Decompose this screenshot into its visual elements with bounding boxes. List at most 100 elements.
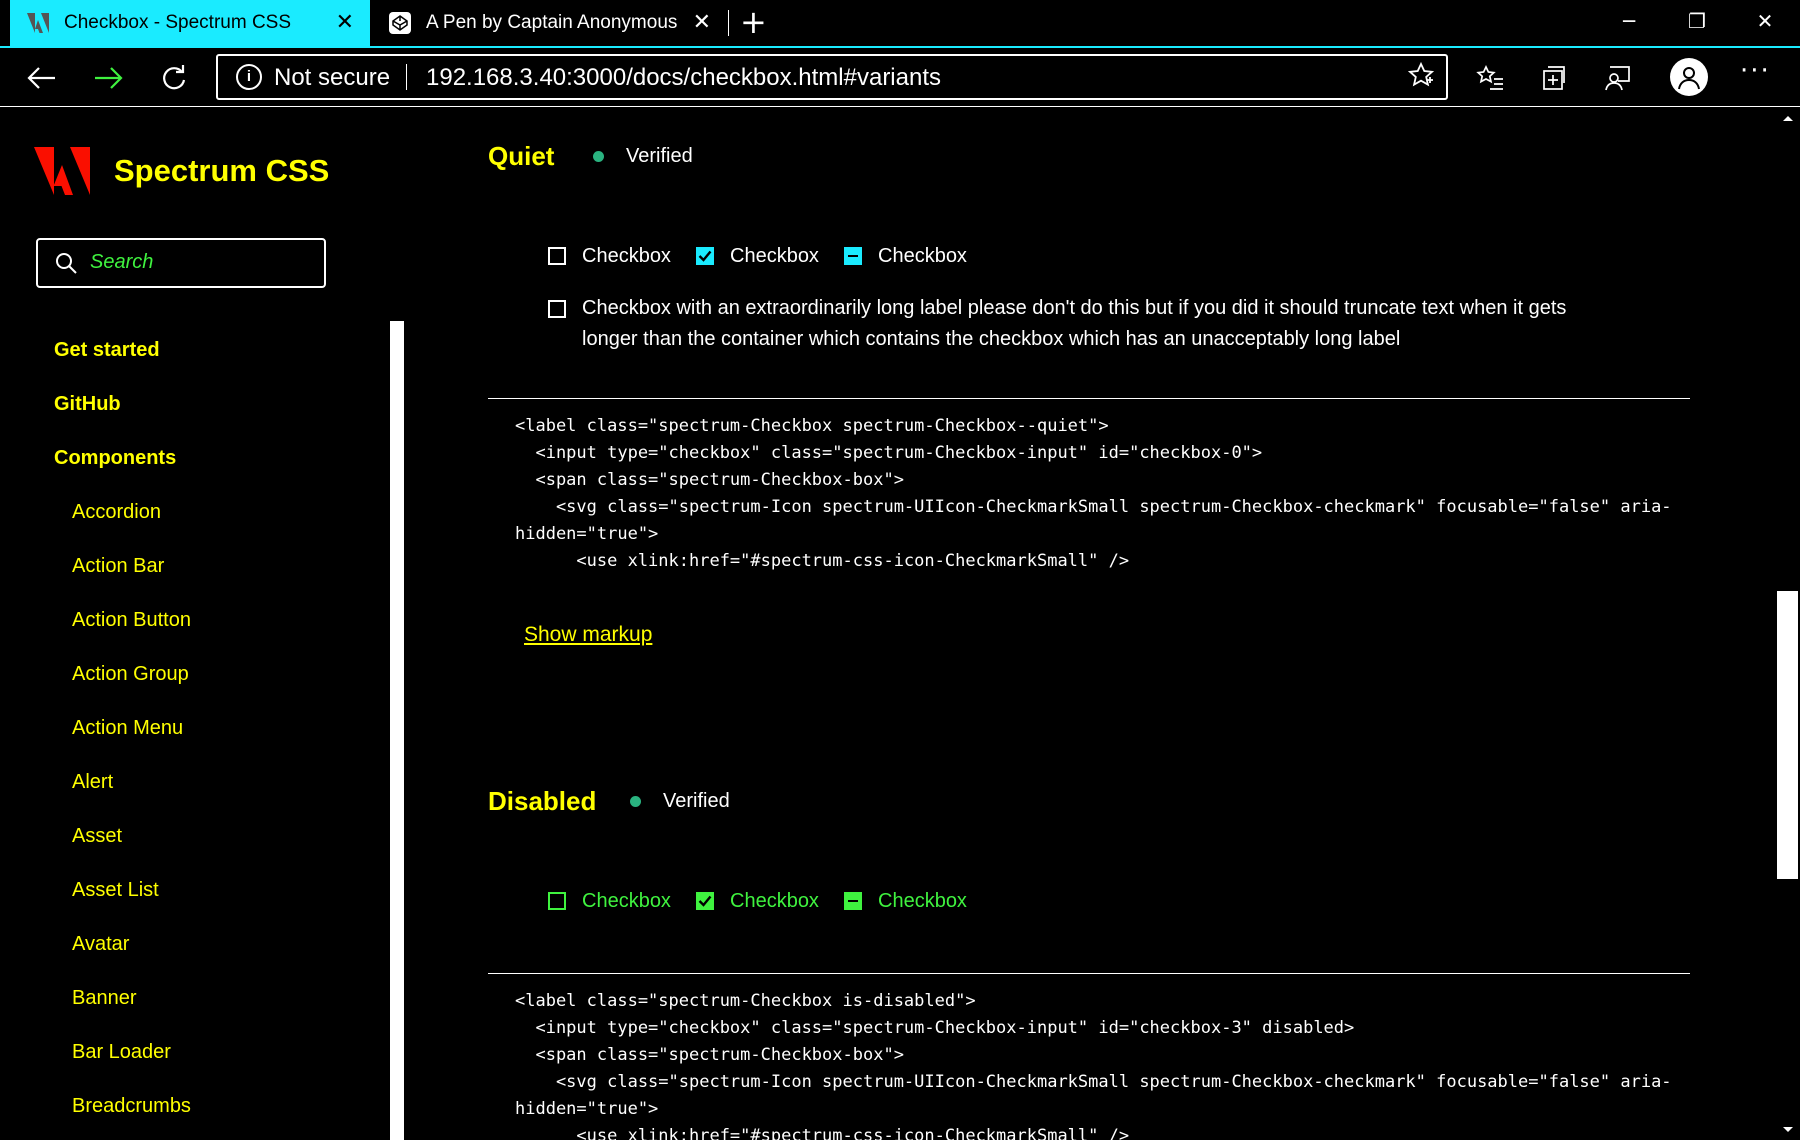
checkmark-icon[interactable] bbox=[696, 247, 714, 265]
profile-avatar-icon[interactable] bbox=[1670, 58, 1708, 96]
checkbox-label: Checkbox bbox=[730, 890, 819, 912]
address-bar[interactable]: i Not secure 192.168.3.40:3000/docs/chec… bbox=[216, 54, 1448, 100]
code-block-quiet: <label class="spectrum-Checkbox spectrum… bbox=[515, 413, 1672, 575]
code-line: <span class="spectrum-Checkbox-box"> bbox=[515, 470, 904, 490]
checkbox-label: Checkbox bbox=[878, 245, 967, 267]
info-icon[interactable]: i bbox=[236, 64, 262, 90]
quiet-checkbox-long-label[interactable]: Checkbox with an extraordinarily long la… bbox=[548, 293, 1608, 355]
nav-avatar[interactable]: Avatar bbox=[72, 933, 129, 956]
status-label: Verified bbox=[626, 145, 693, 167]
code-line: <use xlink:href="#spectrum-css-icon-Chec… bbox=[515, 1126, 1130, 1140]
search-input[interactable]: Search bbox=[36, 238, 326, 288]
verified-dot-icon bbox=[630, 796, 641, 807]
nav-github[interactable]: GitHub bbox=[54, 393, 121, 416]
refresh-icon bbox=[163, 65, 186, 90]
checkbox-label: Checkbox bbox=[582, 890, 671, 912]
more-menu-icon[interactable]: ··· bbox=[1740, 56, 1771, 86]
restore-button[interactable]: ❐ bbox=[1664, 0, 1730, 42]
refresh-button[interactable] bbox=[154, 58, 194, 98]
arrow-left-icon bbox=[27, 67, 55, 89]
search-icon bbox=[54, 251, 78, 280]
status-label: Verified bbox=[663, 790, 730, 812]
collections-icon[interactable] bbox=[1536, 60, 1572, 96]
close-tab-icon[interactable]: ✕ bbox=[336, 11, 354, 33]
code-line: hidden="true"> bbox=[515, 1099, 659, 1119]
code-line: <label class="spectrum-Checkbox spectrum… bbox=[515, 416, 1109, 436]
nav-components[interactable]: Components bbox=[54, 447, 176, 470]
section-title-disabled: Disabled bbox=[488, 786, 597, 816]
feedback-icon[interactable] bbox=[1600, 60, 1636, 96]
checkbox-label: Checkbox bbox=[582, 245, 671, 267]
status-badge: Verified bbox=[630, 790, 730, 813]
codepen-favicon-icon bbox=[388, 11, 412, 35]
disabled-checkbox-checked: Checkbox bbox=[696, 890, 819, 913]
sidebar: Spectrum CSS Search Get started GitHub C… bbox=[0, 107, 410, 1140]
tab-title: A Pen by Captain Anonymous bbox=[426, 12, 678, 33]
checkbox-label: Checkbox bbox=[878, 890, 967, 912]
adobe-logo-icon[interactable] bbox=[34, 147, 90, 195]
nav-bar-loader[interactable]: Bar Loader bbox=[72, 1041, 171, 1064]
dash-icon[interactable] bbox=[844, 247, 862, 265]
scroll-up-arrow-icon bbox=[1783, 116, 1793, 121]
browser-tab-strip: Checkbox - Spectrum CSS ✕ A Pen by Capta… bbox=[0, 0, 1800, 48]
checkbox-label: Checkbox bbox=[730, 245, 819, 267]
favorite-star-icon[interactable] bbox=[1407, 61, 1435, 95]
quiet-checkbox-indeterminate[interactable]: Checkbox bbox=[844, 245, 967, 268]
nav-asset[interactable]: Asset bbox=[72, 825, 122, 848]
arrow-right-icon bbox=[95, 67, 123, 89]
show-markup-link[interactable]: Show markup bbox=[524, 623, 652, 647]
tab-codepen[interactable]: A Pen by Captain Anonymous ✕ bbox=[372, 0, 727, 46]
sidebar-scrollbar[interactable] bbox=[390, 321, 404, 1140]
quiet-checkbox-unchecked[interactable]: Checkbox bbox=[548, 245, 671, 268]
nav-breadcrumbs[interactable]: Breadcrumbs bbox=[72, 1095, 191, 1118]
divider bbox=[488, 973, 1690, 974]
checkbox-box bbox=[548, 892, 566, 910]
code-block-disabled: <label class="spectrum-Checkbox is-disab… bbox=[515, 988, 1672, 1140]
site-brand[interactable]: Spectrum CSS bbox=[114, 153, 329, 189]
address-divider bbox=[406, 64, 407, 90]
favorites-icon[interactable] bbox=[1472, 60, 1508, 96]
code-line: <svg class="spectrum-Icon spectrum-UIIco… bbox=[515, 497, 1672, 517]
tab-checkbox-spectrum[interactable]: Checkbox - Spectrum CSS ✕ bbox=[10, 0, 370, 46]
close-tab-icon[interactable]: ✕ bbox=[693, 11, 711, 33]
nav-accordion[interactable]: Accordion bbox=[72, 501, 161, 524]
page-scrollbar-thumb[interactable] bbox=[1777, 591, 1798, 879]
minimize-button[interactable]: ─ bbox=[1596, 0, 1662, 42]
nav-alert[interactable]: Alert bbox=[72, 771, 113, 794]
code-line: <span class="spectrum-Checkbox-box"> bbox=[515, 1045, 904, 1065]
url-text[interactable]: 192.168.3.40:3000/docs/checkbox.html#var… bbox=[426, 64, 941, 92]
nav-banner[interactable]: Banner bbox=[72, 987, 137, 1010]
nav-get-started[interactable]: Get started bbox=[54, 339, 160, 362]
nav-asset-list[interactable]: Asset List bbox=[72, 879, 159, 902]
disabled-checkbox-indeterminate: Checkbox bbox=[844, 890, 967, 913]
new-tab-button[interactable]: + bbox=[740, 6, 767, 38]
quiet-checkbox-checked[interactable]: Checkbox bbox=[696, 245, 819, 268]
adobe-favicon-icon bbox=[26, 11, 50, 35]
checkbox-box[interactable] bbox=[548, 300, 566, 318]
nav-action-menu[interactable]: Action Menu bbox=[72, 717, 183, 740]
browser-toolbar: i Not secure 192.168.3.40:3000/docs/chec… bbox=[0, 48, 1800, 107]
code-line: <input type="checkbox" class="spectrum-C… bbox=[515, 443, 1263, 463]
nav-action-group[interactable]: Action Group bbox=[72, 663, 189, 686]
back-button[interactable] bbox=[22, 58, 62, 98]
checkbox-box[interactable] bbox=[548, 247, 566, 265]
nav-action-button[interactable]: Action Button bbox=[72, 609, 191, 632]
code-line: hidden="true"> bbox=[515, 524, 659, 544]
checkmark-icon bbox=[696, 892, 714, 910]
code-line: <input type="checkbox" class="spectrum-C… bbox=[515, 1018, 1355, 1038]
code-line: <label class="spectrum-Checkbox is-disab… bbox=[515, 991, 976, 1011]
scroll-down-arrow-icon bbox=[1783, 1127, 1793, 1132]
nav-action-bar[interactable]: Action Bar bbox=[72, 555, 164, 578]
forward-button[interactable] bbox=[88, 58, 128, 98]
code-line: <use xlink:href="#spectrum-css-icon-Chec… bbox=[515, 551, 1130, 571]
tab-title: Checkbox - Spectrum CSS bbox=[64, 12, 292, 33]
checkbox-long-label: Checkbox with an extraordinarily long la… bbox=[582, 297, 1567, 350]
divider bbox=[488, 398, 1690, 399]
section-title-quiet: Quiet bbox=[488, 141, 555, 171]
close-window-button[interactable]: ✕ bbox=[1732, 0, 1798, 42]
dash-icon bbox=[844, 892, 862, 910]
page-viewport: Spectrum CSS Search Get started GitHub C… bbox=[0, 107, 1800, 1140]
verified-dot-icon bbox=[593, 151, 604, 162]
disabled-checkbox-unchecked: Checkbox bbox=[548, 890, 671, 913]
tab-divider bbox=[728, 10, 729, 36]
